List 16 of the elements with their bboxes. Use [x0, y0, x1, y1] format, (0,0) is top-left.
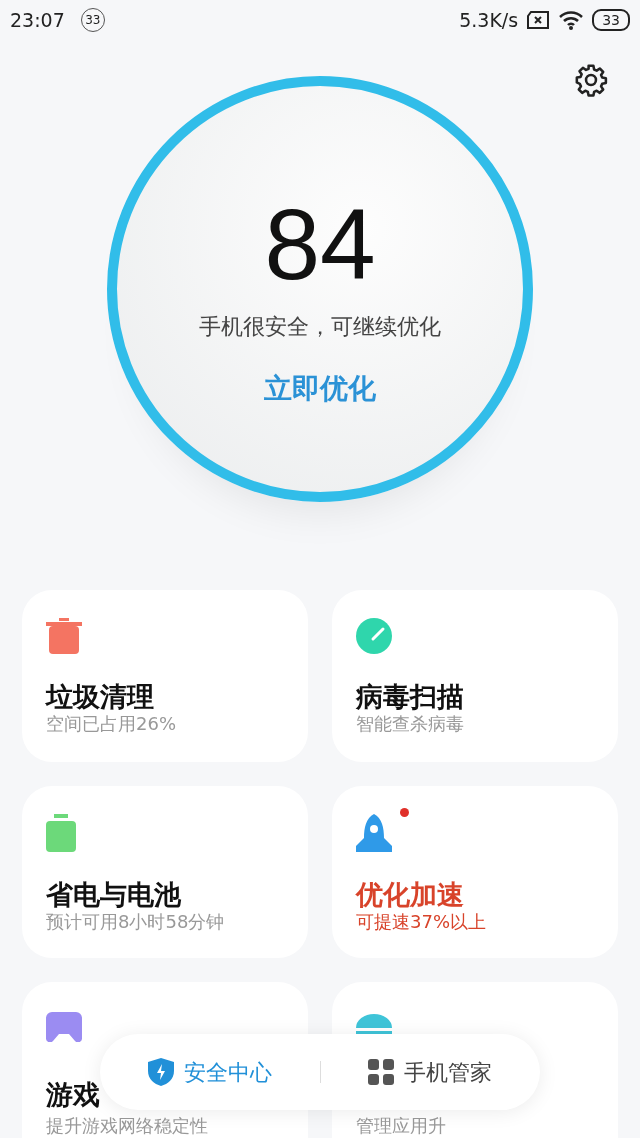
card-title: 垃圾清理	[46, 681, 155, 714]
card-title: 优化加速	[356, 879, 465, 912]
card-subtitle: 可提速37%以上	[356, 911, 487, 933]
card-title: 病毒扫描	[356, 681, 465, 714]
card-subtitle: 空间已占用26%	[46, 713, 177, 735]
card-subtitle: 提升游戏网络稳定性	[46, 1115, 209, 1137]
card-title: 游戏	[46, 1079, 100, 1112]
card-subtitle: 智能查杀病毒	[356, 713, 465, 735]
card-subtitle: 管理应用升	[356, 1115, 447, 1137]
card-subtitle: 预计可用8小时58分钟	[46, 911, 226, 933]
score-status: 手机很安全，可继续优化	[199, 313, 441, 341]
battery-level: 33	[592, 9, 630, 31]
network-speed: 5.3K/s	[459, 7, 519, 33]
status-time: 23:07	[10, 7, 65, 33]
card-title: 省电与电池	[46, 879, 182, 912]
score-value: 84	[264, 194, 376, 294]
